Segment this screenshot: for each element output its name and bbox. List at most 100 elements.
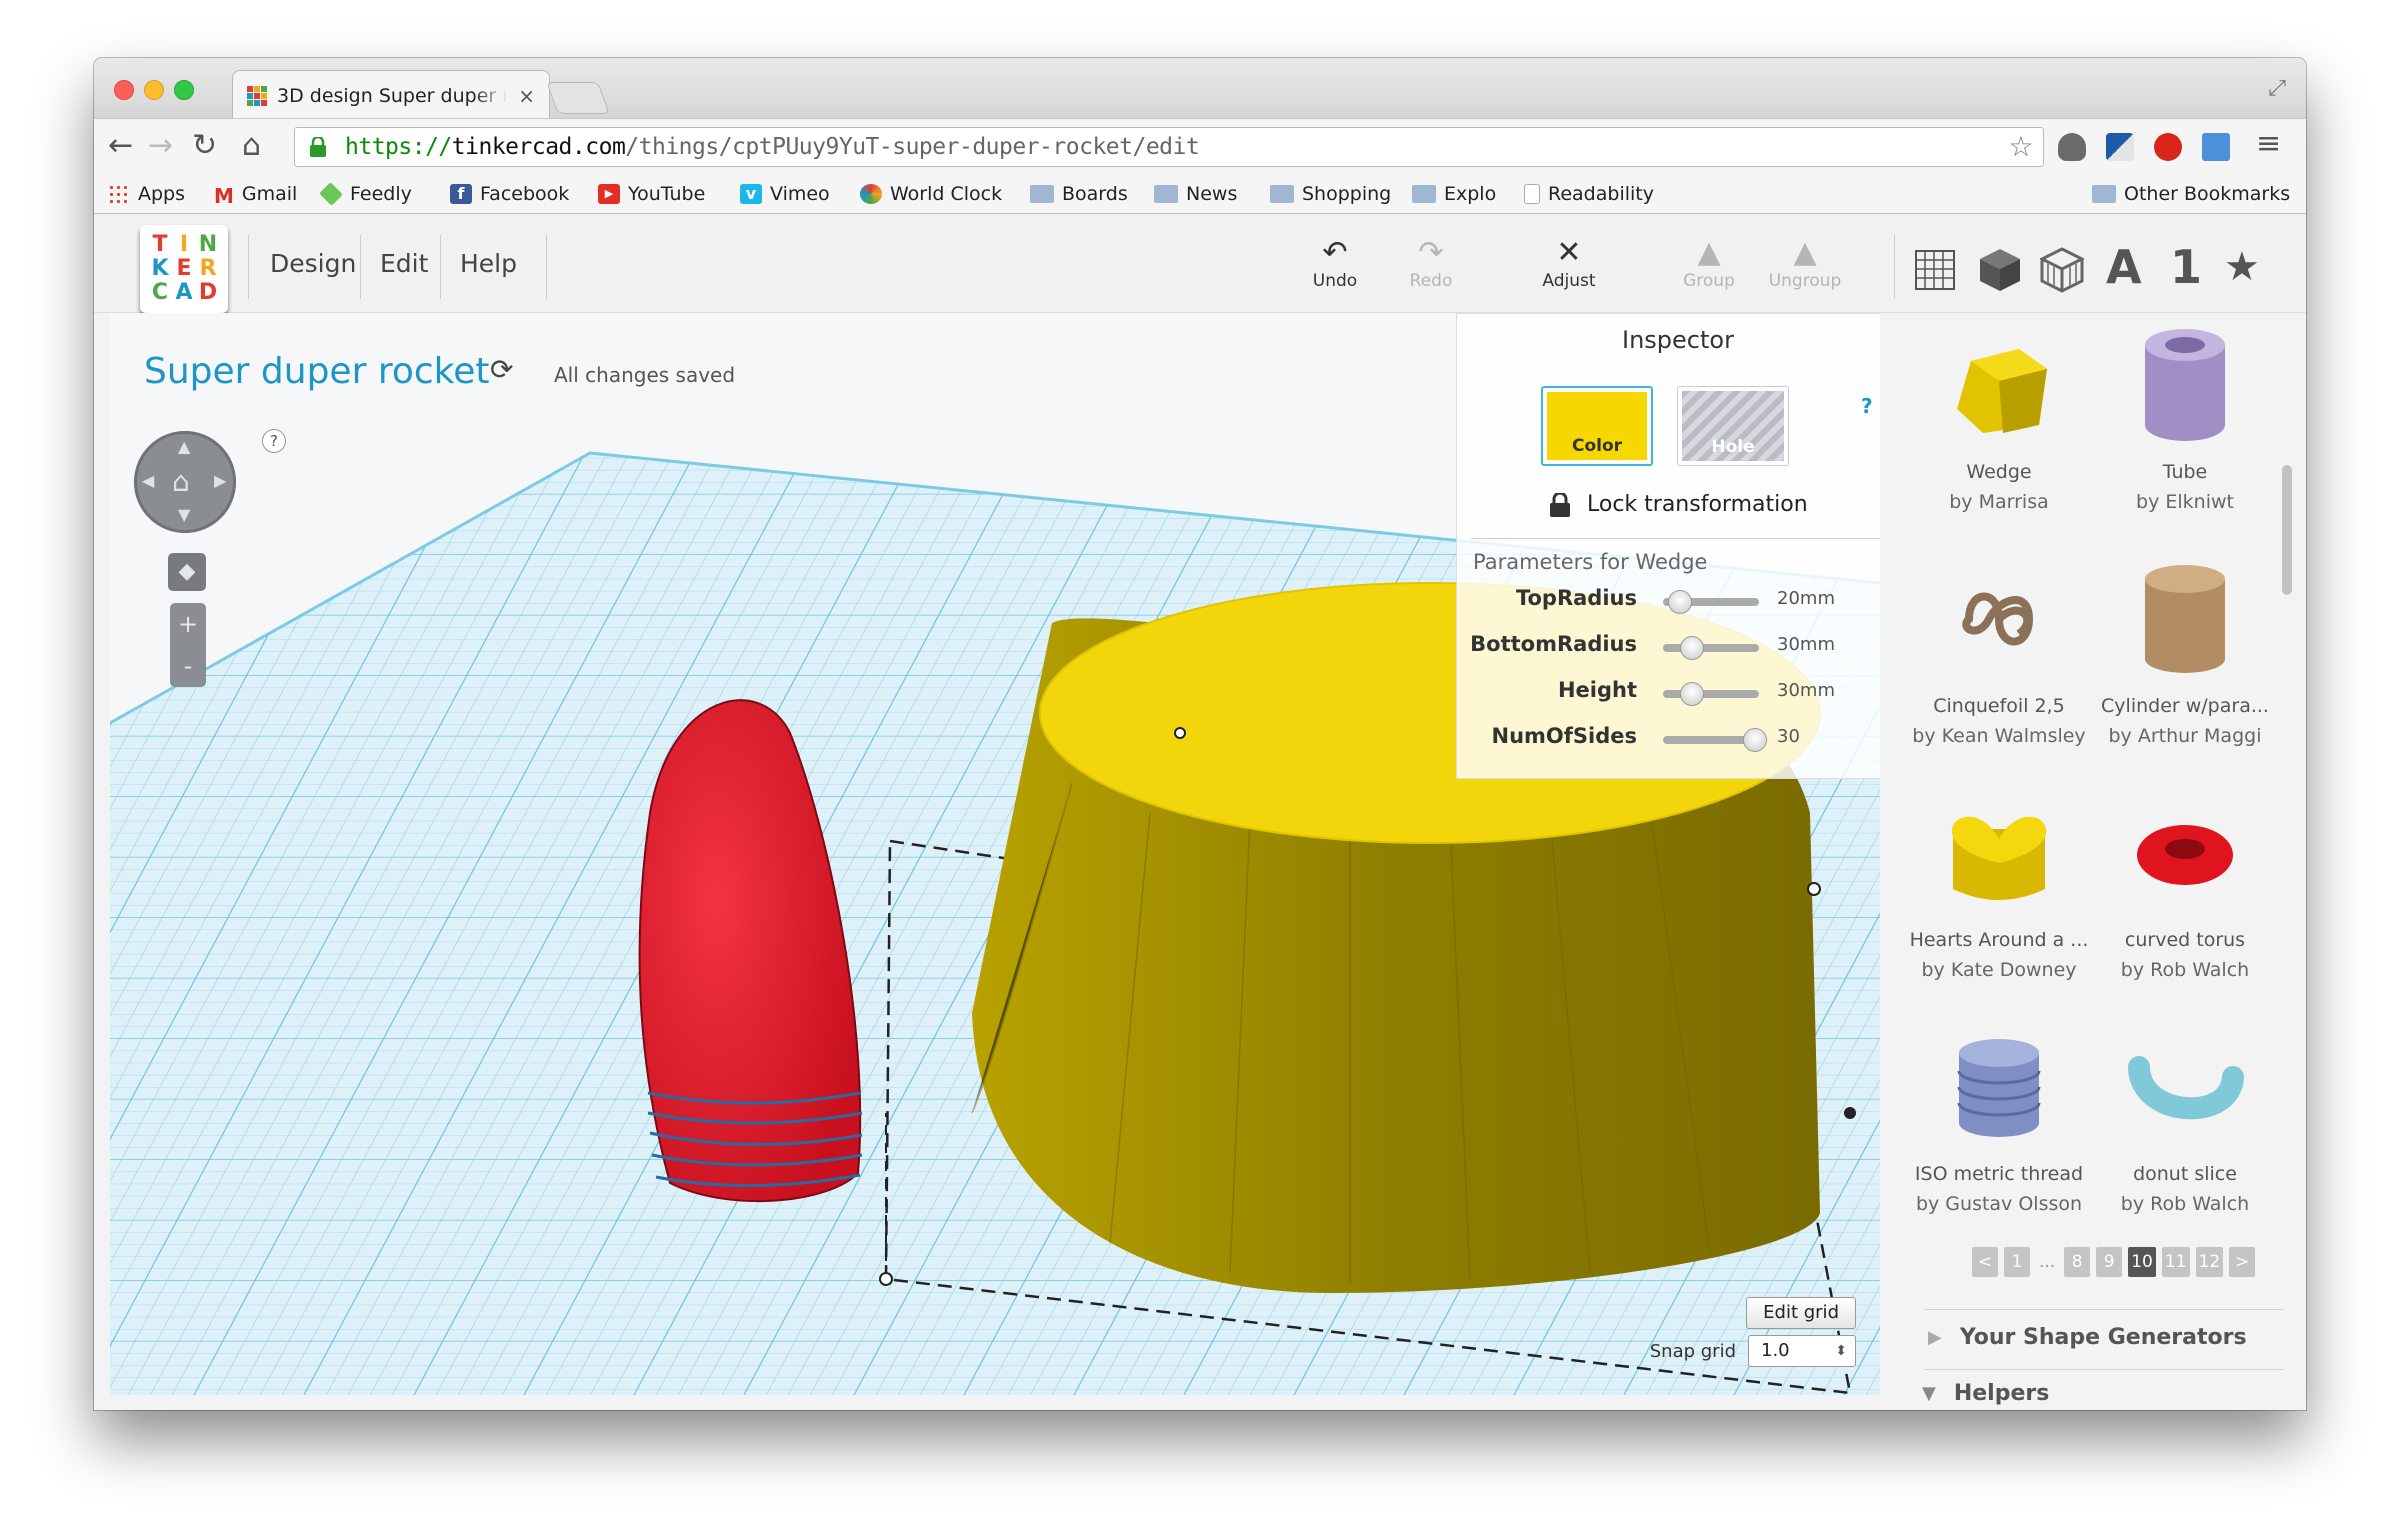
menu-design[interactable]: Design <box>270 249 356 278</box>
ungroup-button[interactable]: ▲ Ungroup <box>1760 235 1850 291</box>
bookmark-readability[interactable]: Readability <box>1524 180 1654 208</box>
pager-prev-button[interactable]: < <box>1972 1247 1998 1277</box>
favorites-star-icon[interactable]: ★ <box>2224 243 2260 291</box>
close-window-button[interactable] <box>114 80 134 100</box>
pager-page[interactable]: 8 <box>2064 1247 2091 1277</box>
pager-page[interactable]: 11 <box>2161 1247 2190 1277</box>
reload-icon[interactable]: ↻ <box>192 129 217 163</box>
feedly-icon <box>319 182 343 206</box>
param-slider-knob[interactable] <box>1668 590 1693 614</box>
new-tab-button[interactable] <box>546 82 610 114</box>
param-slider-knob[interactable] <box>1679 636 1704 660</box>
pager-page-current[interactable]: 10 <box>2128 1247 2156 1277</box>
pan-down-icon[interactable]: ▼ <box>178 505 190 524</box>
shape-tile[interactable]: Cylinder w/para... by Arthur Maggi <box>2092 559 2278 747</box>
param-slider-track[interactable] <box>1663 728 1768 752</box>
bookmark-youtube[interactable]: ▶ YouTube <box>598 180 705 208</box>
shape-tile[interactable]: ISO metric thread by Gustav Olsson <box>1906 1027 2092 1215</box>
folder-icon <box>1412 185 1436 203</box>
workplane-canvas[interactable]: Super duper rocket ⟳ All changes saved ▲… <box>110 313 1880 1395</box>
color-swatch-button[interactable]: Color <box>1541 386 1653 466</box>
fullscreen-icon[interactable]: ⤢ <box>2268 76 2286 101</box>
shape-tile[interactable]: Cinquefoil 2,5 by Kean Walmsley <box>1906 559 2092 747</box>
param-slider-track[interactable] <box>1663 590 1759 614</box>
bookmark-folder-shopping[interactable]: Shopping <box>1270 180 1391 208</box>
folder-icon <box>1270 185 1294 203</box>
view-navigation-wheel[interactable]: ▲ ▼ ◀ ▶ ⌂ <box>134 431 236 533</box>
shape-tile[interactable]: donut slice by Rob Walch <box>2092 1027 2278 1215</box>
bookmark-world-clock[interactable]: World Clock <box>860 180 1002 208</box>
hole-swatch-button[interactable]: Hole <box>1677 386 1789 466</box>
tinkercad-logo[interactable]: T I N K E R C A D <box>140 225 228 313</box>
sync-icon[interactable]: ⟳ <box>490 353 513 386</box>
extension-window-icon[interactable] <box>2106 133 2134 161</box>
extension-evernote-icon[interactable] <box>2058 133 2086 161</box>
section-shape-generators[interactable]: ▶ Your Shape Generators <box>1928 1325 2247 1350</box>
param-slider-track[interactable] <box>1663 636 1759 660</box>
bookmark-other-bookmarks[interactable]: Other Bookmarks <box>2092 180 2290 208</box>
zoom-window-button[interactable] <box>174 80 194 100</box>
address-bar[interactable]: https://tinkercad.com/things/cptPUuy9YuT… <box>294 127 2044 167</box>
bookmark-folder-boards[interactable]: Boards <box>1030 180 1128 208</box>
param-slider-track[interactable] <box>1663 682 1759 706</box>
minimize-window-button[interactable] <box>144 80 164 100</box>
inspector-help-icon[interactable]: ? <box>1861 394 1873 418</box>
bookmark-apps[interactable]: Apps <box>108 180 185 208</box>
param-slider-knob[interactable] <box>1679 682 1704 706</box>
solid-cube-icon[interactable] <box>1978 247 2022 293</box>
redo-button[interactable]: ↷ Redo <box>1386 235 1476 291</box>
undo-button[interactable]: ↶ Undo <box>1290 235 1380 291</box>
panel-divider <box>1924 1309 2284 1310</box>
group-button[interactable]: ▲ Group <box>1664 235 1754 291</box>
home-icon[interactable]: ⌂ <box>242 129 261 163</box>
view-cube-icon[interactable]: ◆ <box>168 553 206 591</box>
panel-scrollbar[interactable] <box>2282 465 2292 595</box>
snap-grid-select[interactable]: 1.0 <box>1748 1335 1856 1367</box>
number-shape-icon[interactable]: 1 <box>2170 243 2202 291</box>
forward-icon[interactable]: → <box>148 129 173 163</box>
pager-next-button[interactable]: > <box>2229 1247 2256 1277</box>
shape-tile[interactable]: curved torus by Rob Walch <box>2092 793 2278 981</box>
wireframe-cube-icon[interactable] <box>2040 247 2084 293</box>
shape-tile[interactable]: Hearts Around a ... by Kate Downey <box>1906 793 2092 981</box>
adjust-button[interactable]: ✕ Adjust <box>1524 235 1614 291</box>
text-shape-icon[interactable]: A <box>2106 243 2142 291</box>
section-helpers[interactable]: ▼ Helpers <box>1922 1381 2049 1406</box>
pan-right-icon[interactable]: ▶ <box>214 471 226 490</box>
home-view-icon[interactable]: ⌂ <box>172 465 190 498</box>
shapes-panel: Wedge by Marrisa Tube by Elkniwt Cinquef… <box>1900 313 2306 1410</box>
view-help-icon[interactable]: ? <box>262 429 286 453</box>
shape-tile[interactable]: Wedge by Marrisa <box>1906 325 2092 513</box>
menu-edit[interactable]: Edit <box>380 249 428 278</box>
extension-screen-icon[interactable] <box>2202 133 2230 161</box>
pager-page[interactable]: 1 <box>2004 1247 2030 1277</box>
grid-view-icon[interactable] <box>1914 249 1956 291</box>
bookmark-facebook[interactable]: f Facebook <box>450 180 569 208</box>
menu-help[interactable]: Help <box>460 249 517 278</box>
browser-menu-icon[interactable]: ≡ <box>2256 127 2281 161</box>
pager-page[interactable]: 12 <box>2195 1247 2224 1277</box>
lock-transformation-toggle[interactable]: Lock transformation <box>1549 492 1808 517</box>
zoom-out-button[interactable]: - <box>170 645 206 687</box>
folder-icon <box>1154 185 1178 203</box>
bookmark-feedly[interactable]: Feedly <box>319 180 412 208</box>
shape-tile[interactable]: Tube by Elkniwt <box>2092 325 2278 513</box>
pan-left-icon[interactable]: ◀ <box>142 471 154 490</box>
bookmark-folder-news[interactable]: News <box>1154 180 1237 208</box>
browser-tab[interactable]: 3D design Super duper rocket × <box>232 70 550 120</box>
bookmark-star-icon[interactable]: ☆ <box>2008 128 2033 166</box>
extension-adblock-icon[interactable] <box>2154 133 2182 161</box>
zoom-in-button[interactable]: + <box>170 603 206 645</box>
tab-close-icon[interactable]: × <box>518 84 535 108</box>
param-slider-knob[interactable] <box>1743 728 1768 752</box>
bookmark-vimeo[interactable]: v Vimeo <box>740 180 830 208</box>
edit-grid-button[interactable]: Edit grid <box>1746 1297 1856 1329</box>
heart-shape-icon <box>1951 816 2047 900</box>
design-title[interactable]: Super duper rocket <box>144 351 489 392</box>
bookmark-gmail[interactable]: M Gmail <box>214 180 297 208</box>
pan-up-icon[interactable]: ▲ <box>178 437 190 456</box>
bookmark-folder-explo[interactable]: Explo <box>1412 180 1496 208</box>
pager-page[interactable]: 9 <box>2096 1247 2123 1277</box>
back-icon[interactable]: ← <box>108 129 133 163</box>
tinkercad-app: T I N K E R C A D Design Edit Help ↶ Und… <box>94 215 2306 1410</box>
